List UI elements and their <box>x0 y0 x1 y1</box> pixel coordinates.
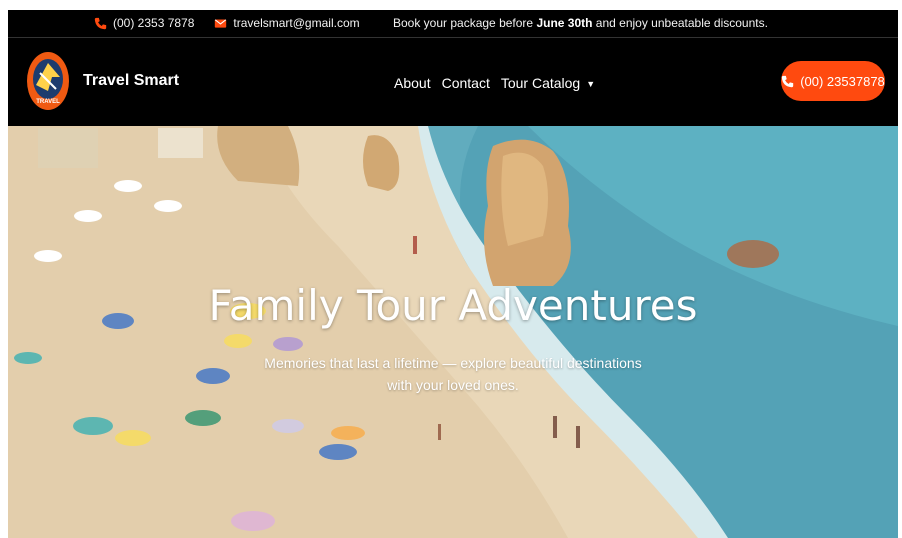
promo-after: and enjoy unbeatable discounts. <box>595 16 768 30</box>
promo-before: Book your package before <box>393 16 534 30</box>
contact-info: (00) 2353 7878 travelsmart@gmail.com <box>94 16 360 30</box>
nav-tour-catalog[interactable]: Tour Catalog ▼ <box>501 75 595 91</box>
phone-icon <box>782 75 794 87</box>
promo-date: June 30th <box>536 16 593 30</box>
call-button[interactable]: (00) 23537878 <box>781 61 885 101</box>
page-frame: (00) 2353 7878 travelsmart@gmail.com Boo… <box>8 10 898 538</box>
phone-icon <box>94 17 107 29</box>
hero-section: Family Tour Adventures Memories that las… <box>8 126 898 538</box>
call-button-label: (00) 23537878 <box>800 73 885 89</box>
hero-title: Family Tour Adventures <box>208 281 698 330</box>
nav-about[interactable]: About <box>394 75 431 91</box>
topbar-phone[interactable]: (00) 2353 7878 <box>113 16 194 30</box>
mail-icon <box>215 18 227 28</box>
topbar-email[interactable]: travelsmart@gmail.com <box>233 16 359 30</box>
nav-contact[interactable]: Contact <box>442 75 490 91</box>
main-navbar: TRAVEL Travel Smart About Contact Tour C… <box>8 38 898 126</box>
logo-text: TRAVEL <box>36 99 60 105</box>
nav-tour-catalog-label: Tour Catalog <box>500 75 581 91</box>
brand-logo[interactable]: TRAVEL <box>26 51 70 111</box>
top-info-bar: (00) 2353 7878 travelsmart@gmail.com Boo… <box>8 10 898 38</box>
chevron-down-icon: ▼ <box>586 79 596 90</box>
brand-name[interactable]: Travel Smart <box>83 72 179 90</box>
hero-subtitle: Memories that last a lifetime — explore … <box>264 355 642 393</box>
promo-text: Book your package before June 30th and e… <box>393 16 768 30</box>
hero-overlay <box>8 126 898 538</box>
nav-links: About Contact Tour Catalog ▼ <box>394 75 595 91</box>
